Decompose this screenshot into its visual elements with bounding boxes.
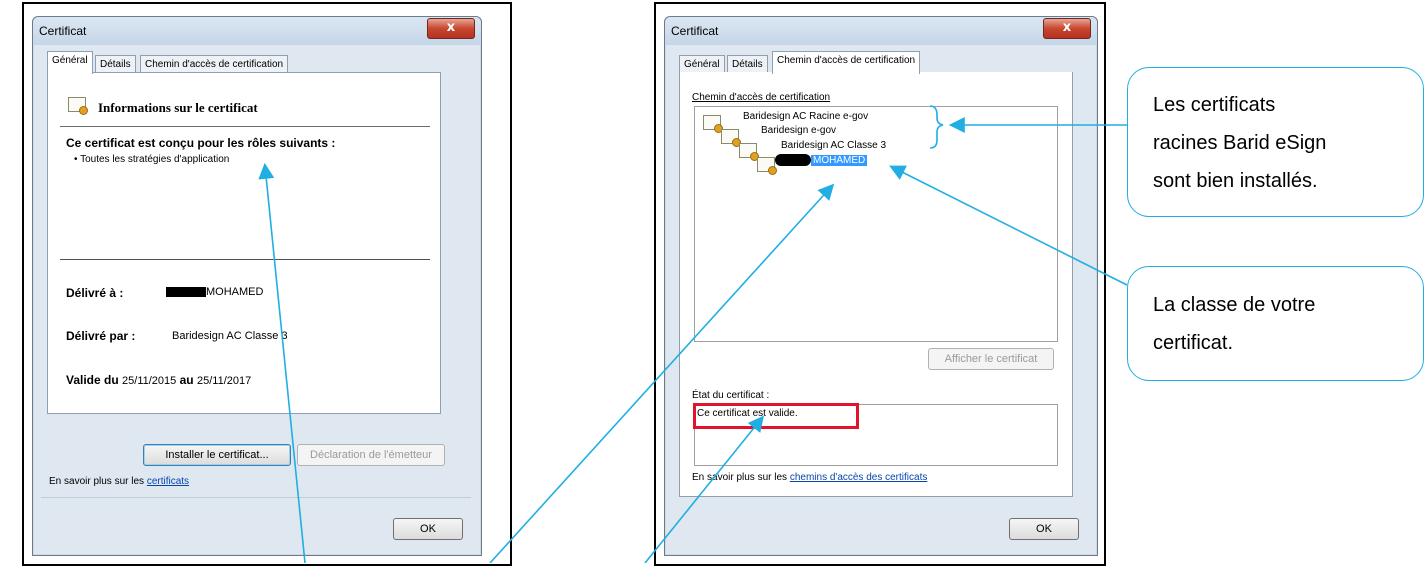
selected-user: MOHAMED xyxy=(811,154,868,166)
learn-more-row: En savoir plus sur les chemins d'accès d… xyxy=(692,472,927,483)
dialog-title: Certificat xyxy=(671,24,719,38)
roles-item: • Toutes les stratégies d'application xyxy=(74,154,230,165)
valid-to-value: 25/11/2017 xyxy=(196,375,252,387)
view-certificate-button[interactable]: Afficher le certificat xyxy=(928,348,1054,370)
status-highlight xyxy=(693,403,859,429)
valid-from-label: Valide du xyxy=(66,373,119,387)
certificate-icon xyxy=(739,143,759,161)
certificate-icon xyxy=(757,157,777,175)
tree-item-user[interactable]: MOHAMED xyxy=(775,154,868,166)
status-label: État du certificat : xyxy=(692,390,770,401)
certificate-icon xyxy=(703,115,723,133)
certification-path-panel: Chemin d'accès de certification Baridesi… xyxy=(679,72,1073,497)
issued-by-label: Délivré par : xyxy=(66,329,136,343)
certification-paths-link[interactable]: chemins d'accès des certificats xyxy=(790,472,928,483)
close-button[interactable]: x xyxy=(427,18,475,39)
redaction-bar xyxy=(775,154,811,166)
dialog-title: Certificat xyxy=(39,24,87,38)
divider xyxy=(60,126,430,127)
callout-line: Les certificats xyxy=(1153,94,1276,116)
callout-line: certificat. xyxy=(1153,332,1234,354)
learn-more-text: En savoir plus sur les xyxy=(49,476,145,487)
title-bar: Certificat x xyxy=(33,17,481,45)
callout-line: La classe de votre xyxy=(1153,294,1316,316)
right-screenshot-frame: Certificat x Général Détails Chemin d'ac… xyxy=(654,2,1106,566)
tab-certification-path[interactable]: Chemin d'accès de certification xyxy=(140,55,289,73)
tab-general[interactable]: Général xyxy=(47,51,93,74)
issuer-statement-button[interactable]: Déclaration de l'émetteur xyxy=(297,444,445,466)
learn-more-text: En savoir plus sur les xyxy=(692,472,788,483)
general-panel: Informations sur le certificat Ce certif… xyxy=(47,72,441,414)
validity-row: Valide du 25/11/2015 au 25/11/2017 xyxy=(66,373,251,387)
redaction-bar xyxy=(166,287,206,298)
learn-more-row: En savoir plus sur les certificats xyxy=(49,476,189,487)
left-screenshot-frame: Certificat x Général Détails Chemin d'ac… xyxy=(22,2,512,566)
tab-general[interactable]: Général xyxy=(679,55,725,73)
valid-to-label: au xyxy=(179,373,194,387)
certificate-dialog-path: Certificat x Général Détails Chemin d'ac… xyxy=(664,16,1098,556)
divider xyxy=(60,259,430,260)
issued-to-value: MOHAMED xyxy=(166,286,263,298)
callout-line: sont bien installés. xyxy=(1153,170,1318,192)
issued-by-value: Baridesign AC Classe 3 xyxy=(172,330,288,342)
install-certificate-button[interactable]: Installer le certificat... xyxy=(143,444,291,466)
path-group-label: Chemin d'accès de certification xyxy=(692,92,831,103)
info-title: Informations sur le certificat xyxy=(98,100,258,115)
certificate-dialog-general: Certificat x Général Détails Chemin d'ac… xyxy=(32,16,482,556)
tab-details[interactable]: Détails xyxy=(95,55,136,73)
close-button[interactable]: x xyxy=(1043,18,1091,39)
callout-root-certificates: Les certificats racines Barid eSign sont… xyxy=(1127,67,1424,217)
callout-certificate-class: La classe de votre certificat. xyxy=(1127,266,1424,381)
tab-details[interactable]: Détails xyxy=(727,55,768,73)
tree-item-root[interactable]: Baridesign AC Racine e-gov xyxy=(743,111,868,122)
divider xyxy=(41,497,471,498)
certificates-link[interactable]: certificats xyxy=(147,476,189,487)
certificate-icon xyxy=(68,97,88,115)
ok-button[interactable]: OK xyxy=(1009,518,1079,540)
path-tree: Baridesign AC Racine e-gov Baridesign e-… xyxy=(694,106,1058,342)
tree-item-egov[interactable]: Baridesign e-gov xyxy=(761,125,836,136)
certificate-icon xyxy=(721,129,741,147)
issued-to-name: MOHAMED xyxy=(206,286,264,298)
callout-line: racines Barid eSign xyxy=(1153,132,1327,154)
title-bar: Certificat x xyxy=(665,17,1097,45)
issued-to-label: Délivré à : xyxy=(66,286,124,300)
valid-from-value: 25/11/2015 xyxy=(122,375,177,387)
ok-button[interactable]: OK xyxy=(393,518,463,540)
tree-item-classe3[interactable]: Baridesign AC Classe 3 xyxy=(781,140,886,151)
roles-heading: Ce certificat est conçu pour les rôles s… xyxy=(66,136,336,150)
tab-certification-path[interactable]: Chemin d'accès de certification xyxy=(772,51,921,74)
